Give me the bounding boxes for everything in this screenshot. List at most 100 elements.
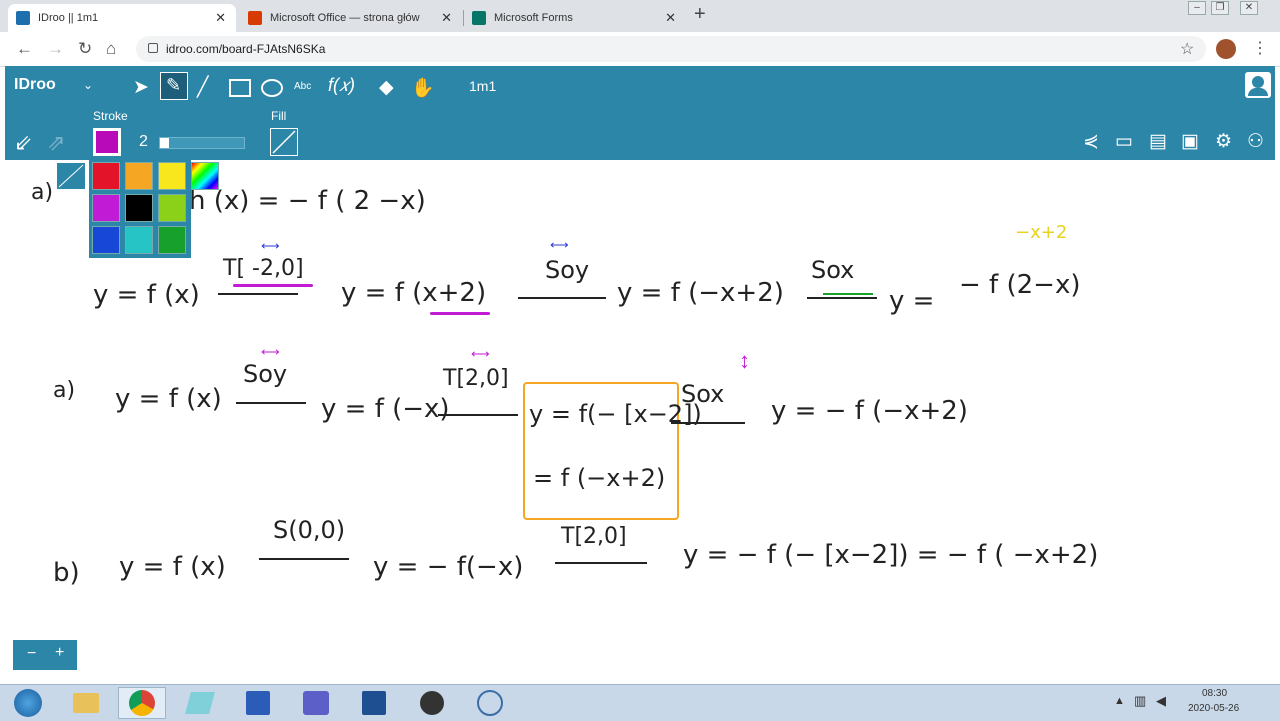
hand-tool-icon[interactable]: ✋	[411, 76, 435, 100]
tab-title: IDroo || 1m1	[38, 12, 99, 24]
tab-idroo[interactable]: IDroo || 1m1 ✕	[8, 4, 236, 32]
close-tab-icon[interactable]: ✕	[665, 10, 676, 26]
lime-swatch[interactable]	[158, 194, 186, 222]
teams-icon[interactable]	[292, 687, 340, 719]
expand-arrow-icon[interactable]: ⇗	[47, 130, 65, 156]
menu-dots-icon[interactable]: ⋮	[1252, 38, 1268, 58]
tray-arrow-icon[interactable]: ▲	[1114, 695, 1125, 707]
user-account-icon[interactable]	[1245, 72, 1271, 98]
idroo-favicon-icon	[16, 11, 30, 25]
row2-label: a)	[53, 378, 76, 403]
pen-icon: ✎	[166, 75, 182, 95]
orange-swatch[interactable]	[125, 162, 153, 190]
row2-eq1: y = f (x)	[115, 384, 222, 414]
no-color-swatch[interactable]	[56, 162, 86, 190]
blue-swatch[interactable]	[92, 226, 120, 254]
app-icon[interactable]	[176, 687, 224, 719]
minimize-icon[interactable]: –	[1188, 1, 1206, 15]
arrow-line	[259, 558, 349, 560]
tab-title: Microsoft Office — strona główna	[270, 12, 420, 24]
formula-tool-icon[interactable]: f(𝑥)	[328, 75, 355, 96]
windows-taskbar: ▲ ▥ ◀ 08:30 2020-05-26	[0, 684, 1280, 721]
pointer-tool-icon[interactable]: ➤	[133, 76, 149, 99]
home-icon[interactable]: ⌂	[106, 39, 116, 59]
zoom-in-button[interactable]: +	[55, 644, 64, 662]
black-swatch[interactable]	[125, 194, 153, 222]
fill-color-button[interactable]	[270, 128, 298, 156]
browser-tab-strip: IDroo || 1m1 ✕ Microsoft Office — strona…	[0, 0, 1280, 32]
collapse-arrow-icon[interactable]: ⇙	[14, 130, 32, 156]
fill-label: Fill	[271, 109, 287, 123]
no-fill-icon	[272, 130, 296, 154]
arrow-line	[218, 293, 298, 295]
bookmark-star-icon[interactable]: ☆	[1180, 39, 1194, 59]
row1-s2: Sox	[811, 256, 855, 284]
arrow-line	[438, 414, 518, 416]
tab-forms[interactable]: Microsoft Forms ✕	[464, 4, 686, 32]
arrow-line	[518, 297, 606, 299]
close-tab-icon[interactable]: ✕	[215, 10, 226, 26]
volume-icon[interactable]: ◀	[1156, 693, 1166, 709]
new-tab-button[interactable]: +	[694, 3, 706, 26]
zoom-out-button[interactable]: −	[27, 645, 36, 663]
app-logo[interactable]: IDroo	[14, 76, 56, 94]
eraser-tool-icon[interactable]: ◆	[379, 76, 394, 99]
forms-app-icon[interactable]	[350, 687, 398, 719]
settings-app-icon[interactable]	[466, 687, 514, 719]
chrome-icon[interactable]	[118, 687, 166, 719]
line-tool-icon[interactable]: ╱	[197, 76, 208, 99]
network-icon[interactable]: ▥	[1134, 693, 1146, 709]
custom-color-swatch[interactable]	[191, 162, 219, 190]
close-tab-icon[interactable]: ✕	[441, 10, 452, 26]
stroke-size-slider[interactable]	[159, 137, 245, 149]
close-window-icon[interactable]: ✕	[1240, 1, 1258, 15]
green-swatch[interactable]	[158, 226, 186, 254]
red-swatch[interactable]	[92, 162, 120, 190]
stroke-color-button[interactable]	[93, 128, 121, 156]
forward-icon[interactable]: →	[47, 39, 64, 59]
settings-gear-icon[interactable]: ⚙	[1215, 130, 1232, 153]
row1-eq1: y = f (x)	[93, 280, 200, 310]
whiteboard-canvas[interactable]: a) h (x) = − f ( 2 −x) y = f (x) T[ -2,0…	[5, 160, 1275, 678]
idroo-toolbar: IDroo ⌄ ➤ ✎ ╱ Abc f(𝑥) ◆ ✋ 1m1 Stroke Fi…	[5, 66, 1275, 160]
yellow-swatch[interactable]	[158, 162, 186, 190]
board-name: 1m1	[469, 78, 497, 94]
text-tool-icon[interactable]: Abc	[294, 81, 311, 92]
profile-avatar[interactable]	[1216, 39, 1236, 59]
user-settings-icon[interactable]: ⚇	[1247, 130, 1264, 153]
stroke-label: Stroke	[93, 109, 128, 123]
obs-icon[interactable]	[408, 687, 456, 719]
omnibox[interactable]: idroo.com/board-FJAtsN6SKa ☆	[136, 36, 1206, 62]
chat-icon[interactable]: ▭	[1115, 130, 1133, 153]
double-arrow-icon: ⟷	[261, 344, 280, 359]
share-icon[interactable]: ⋞	[1083, 130, 1099, 153]
rectangle-tool-icon[interactable]	[229, 79, 251, 97]
row2-eq2: y = f (−x)	[321, 394, 450, 424]
row2-eq3: y = − f (−x+2)	[771, 396, 968, 426]
clock-time[interactable]: 08:30	[1202, 688, 1227, 699]
lock-icon	[148, 43, 158, 53]
row2-t1: T[2,0]	[443, 366, 509, 391]
top-fragment-equation: h (x) = − f ( 2 −x)	[189, 186, 426, 216]
slider-thumb[interactable]	[160, 138, 169, 148]
tab-office[interactable]: Microsoft Office — strona główna ✕	[240, 4, 462, 32]
clock-date[interactable]: 2020-05-26	[1188, 703, 1239, 714]
back-icon[interactable]: ←	[16, 39, 33, 59]
double-arrow-icon: ⟷	[550, 237, 569, 252]
reload-icon[interactable]: ↻	[78, 39, 92, 59]
chevron-down-icon[interactable]: ⌄	[83, 78, 93, 92]
explorer-icon[interactable]	[62, 687, 110, 719]
magenta-swatch[interactable]	[92, 194, 120, 222]
start-button[interactable]	[4, 687, 52, 719]
pink-underline	[233, 284, 313, 287]
double-arrow-icon: ⟷	[471, 346, 490, 361]
save-app-icon[interactable]	[234, 687, 282, 719]
restore-icon[interactable]: ❐	[1211, 1, 1229, 15]
cyan-swatch[interactable]	[125, 226, 153, 254]
image-icon[interactable]: ▣	[1181, 130, 1199, 153]
document-icon[interactable]: ▤	[1149, 130, 1167, 153]
ellipse-tool-icon[interactable]	[261, 79, 283, 97]
zoom-control: − +	[13, 640, 77, 670]
arrow-line	[236, 402, 306, 404]
pen-tool-button[interactable]: ✎	[160, 72, 188, 100]
